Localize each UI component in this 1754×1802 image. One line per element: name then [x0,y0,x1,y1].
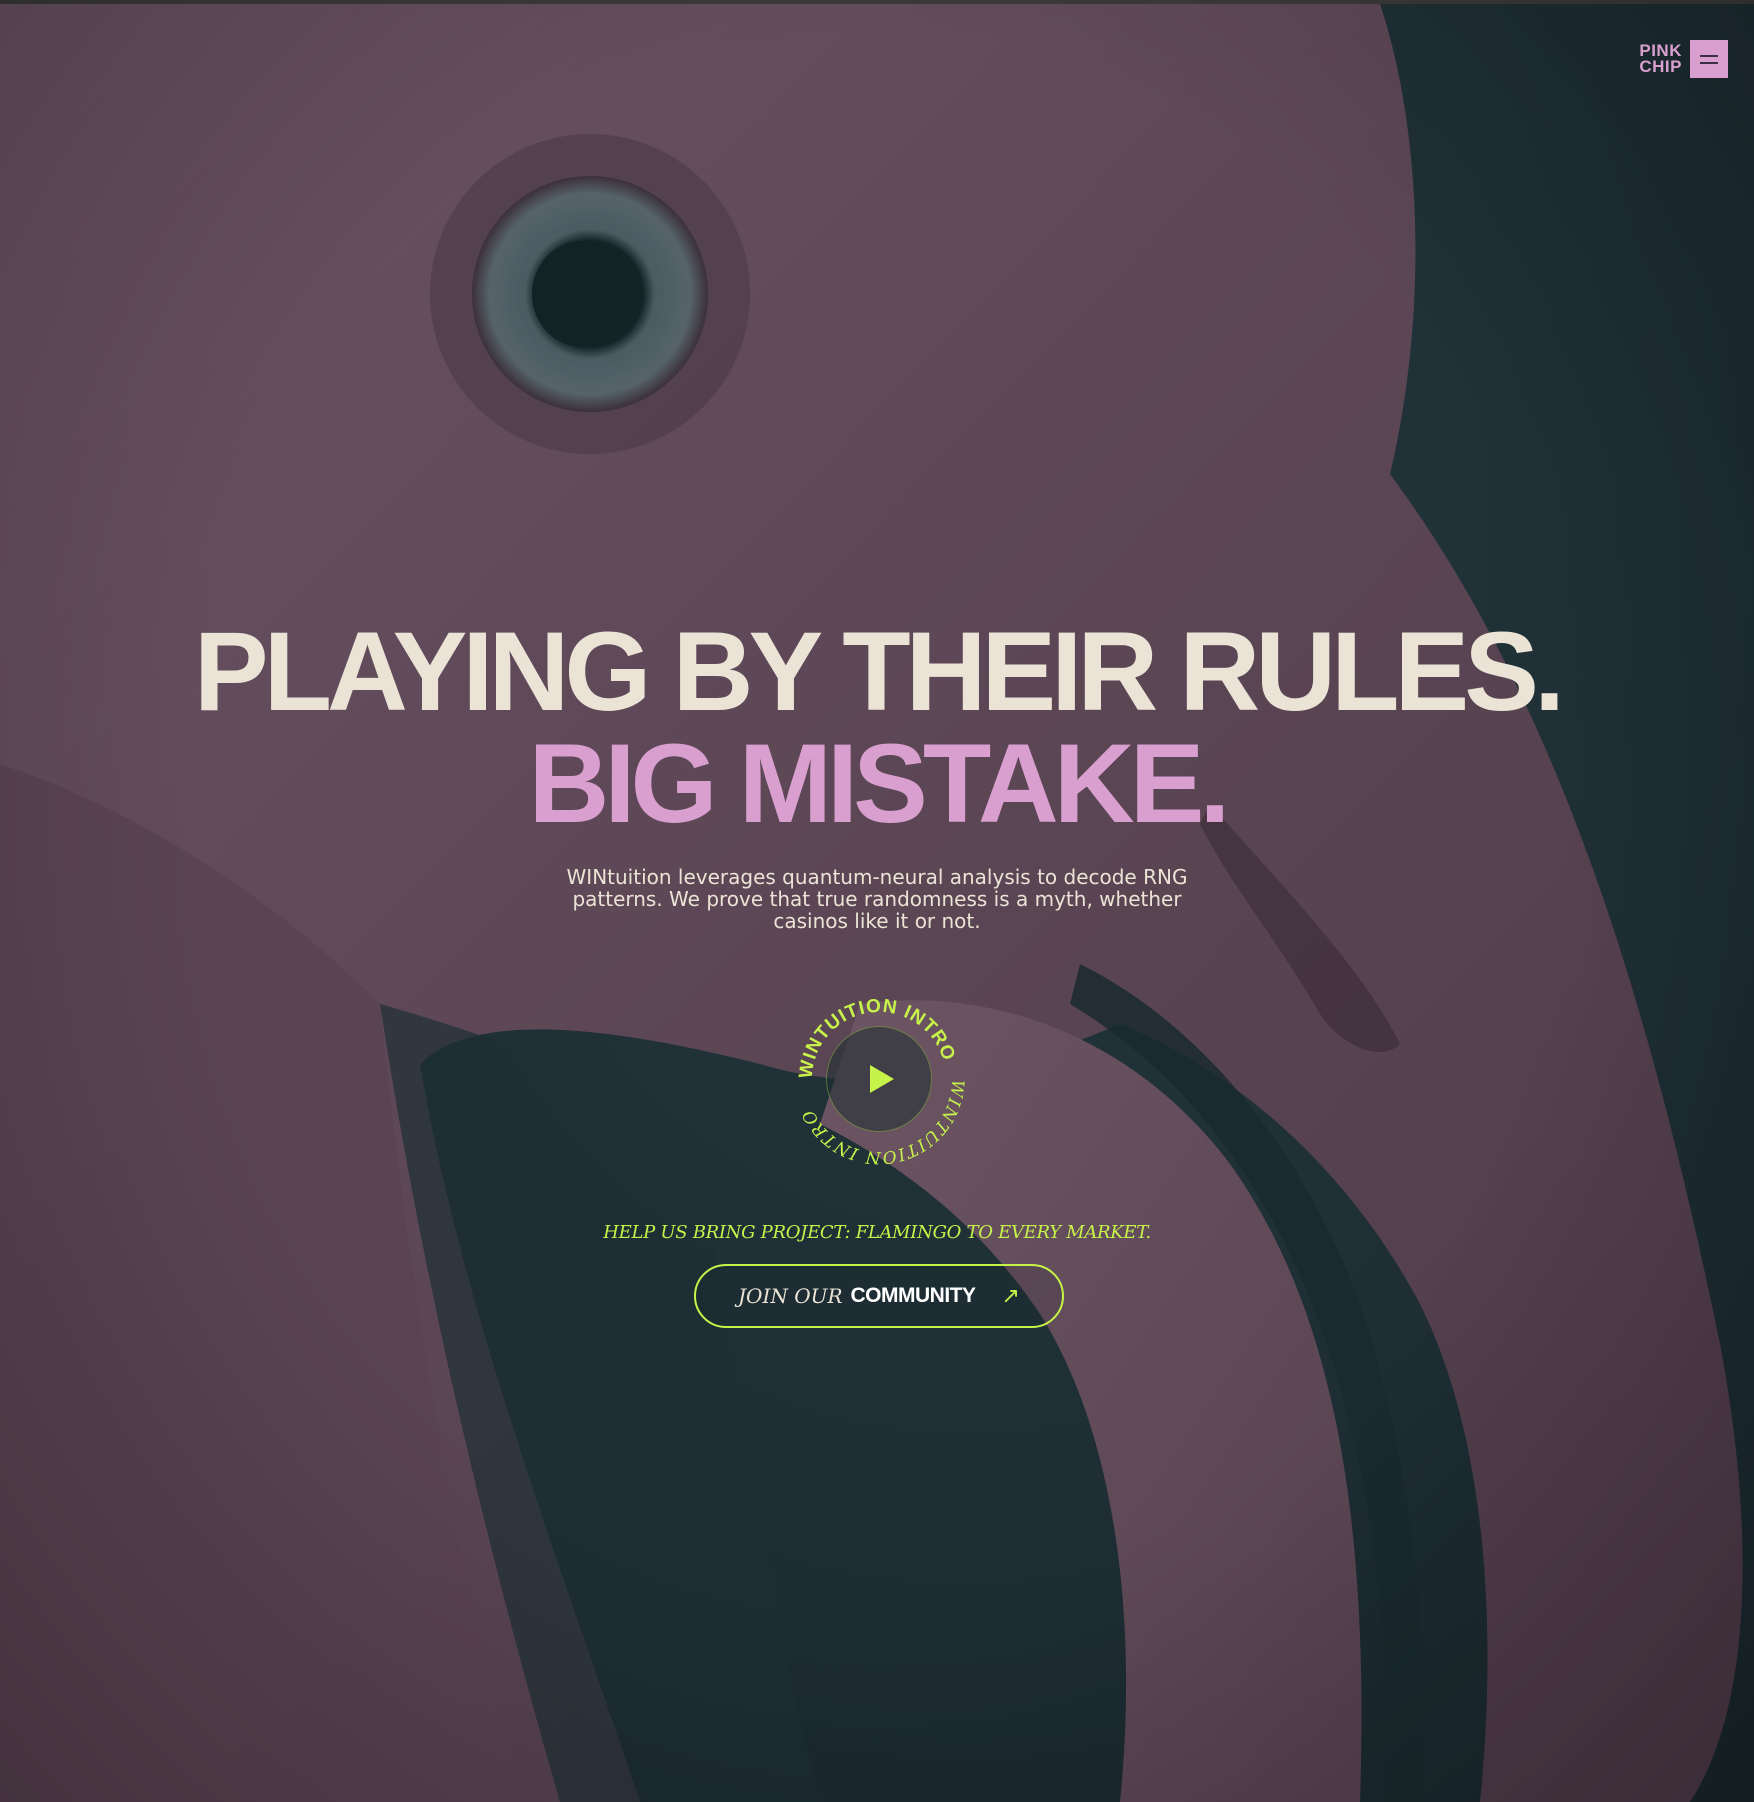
hero-description: WINtuition leverages quantum-neural anal… [566,865,1188,933]
menu-button[interactable] [1690,40,1728,78]
brand-logo[interactable]: PINK CHIP [1639,42,1682,76]
join-button-prefix: JOIN OUR [738,1284,843,1308]
community-callout: HELP US BRING PROJECT: FLAMINGO TO EVERY… [603,1222,1151,1243]
join-community-button[interactable]: JOIN OUR COMMUNITY ↗ [694,1264,1064,1328]
join-button-label: COMMUNITY [850,1284,977,1307]
site-header: PINK CHIP [1639,40,1728,78]
arrow-up-right-icon: ↗ [1001,1283,1020,1309]
intro-video-button[interactable]: WINTUITION INTRO WINTUITION INTRO [792,992,966,1166]
brand-logo-line2: CHIP [1639,57,1682,76]
hero-headline-line1: PLAYING BY THEIR RULES. [193,609,1565,734]
play-icon [870,1065,894,1093]
hamburger-icon [1700,54,1718,57]
hero-headline-line2: BIG MISTAKE. [528,721,1230,846]
play-button-circle[interactable] [826,1026,932,1132]
hamburger-icon-bar [1700,61,1718,64]
